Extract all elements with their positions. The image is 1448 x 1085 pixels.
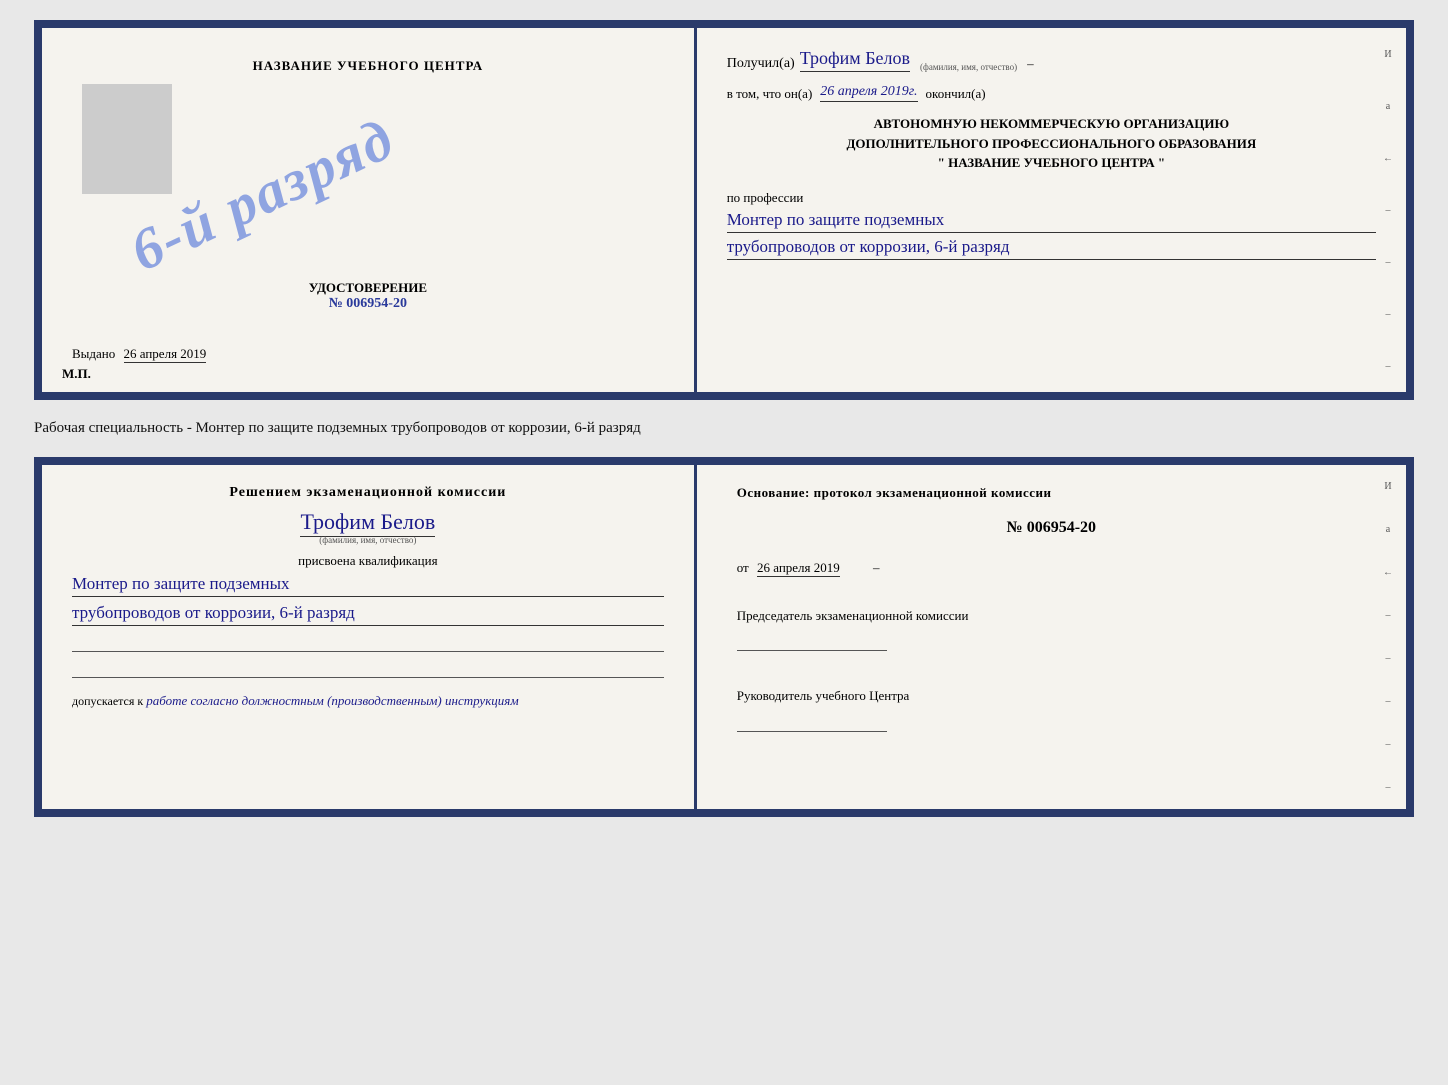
- org-block: АВТОНОМНУЮ НЕКОММЕРЧЕСКУЮ ОРГАНИЗАЦИЮ ДО…: [727, 114, 1376, 173]
- dash-separator: –: [1027, 56, 1034, 72]
- profession-line2-top: трубопроводов от коррозии, 6-й разряд: [727, 237, 1376, 260]
- stamp-area: 6-й разряд: [72, 74, 664, 372]
- right-decoration-bottom: И а ← – – – – –: [1378, 465, 1398, 809]
- dopusk-text: работе согласно должностным (производств…: [146, 693, 518, 708]
- udostoverenie-label: УДОСТОВЕРЕНИЕ: [309, 280, 427, 296]
- vtom-prefix: в том, что он(а): [727, 86, 813, 102]
- cert-bottom-right: Основание: протокол экзаменационной коми…: [697, 465, 1406, 809]
- vydano-date: 26 апреля 2019: [124, 346, 207, 363]
- name-block-bottom: Трофим Белов (фамилия, имя, отчество): [72, 509, 664, 545]
- rukovoditel-signature-line: [737, 712, 887, 732]
- rukovoditel-block: Руководитель учебного Центра: [737, 686, 1366, 737]
- blank-line-2: [72, 658, 664, 678]
- rukovoditel-label: Руководитель учебного Центра: [737, 686, 1366, 707]
- document-container: НАЗВАНИЕ УЧЕБНОГО ЦЕНТРА 6-й разряд УДОС…: [34, 20, 1414, 817]
- profession-block: по профессии Монтер по защите подземных …: [727, 190, 1376, 260]
- profession-line1-top: Монтер по защите подземных: [727, 210, 1376, 233]
- okonchil-suffix: окончил(а): [926, 86, 986, 102]
- qualification-line1: Монтер по защите подземных: [72, 574, 664, 597]
- right-decoration-top: И а ← – – – –: [1378, 28, 1398, 392]
- diagonal-stamp: 6-й разряд: [122, 94, 402, 294]
- prisvoena-line: присвоена квалификация: [72, 553, 664, 569]
- protocol-number: № 006954-20: [737, 519, 1366, 537]
- blank-line-1: [72, 632, 664, 652]
- fio-label-top: (фамилия, имя, отчество): [920, 62, 1017, 72]
- poluchil-prefix: Получил(а): [727, 56, 795, 72]
- ot-line: от 26 апреля 2019 –: [737, 560, 1366, 576]
- predsedatel-label: Председатель экзаменационной комиссии: [737, 606, 1366, 627]
- org-line2: ДОПОЛНИТЕЛЬНОГО ПРОФЕССИОНАЛЬНОГО ОБРАЗО…: [727, 134, 1376, 154]
- cert-top-left: НАЗВАНИЕ УЧЕБНОГО ЦЕНТРА 6-й разряд УДОС…: [42, 28, 697, 392]
- cert-top-right: Получил(а) Трофим Белов (фамилия, имя, о…: [697, 28, 1406, 392]
- resheniem-line: Решением экзаменационной комиссии: [72, 485, 664, 501]
- certificate-bottom: Решением экзаменационной комиссии Трофим…: [34, 457, 1414, 817]
- vydano-line: Выдано 26 апреля 2019: [72, 346, 206, 362]
- predsedatel-signature-line: [737, 631, 887, 651]
- middle-text: Рабочая специальность - Монтер по защите…: [34, 412, 1414, 445]
- center-title: НАЗВАНИЕ УЧЕБНОГО ЦЕНТРА: [253, 58, 484, 74]
- vtom-line: в том, что он(а) 26 апреля 2019г. окончи…: [727, 84, 1376, 102]
- fio-label-bottom: (фамилия, имя, отчество): [72, 535, 664, 545]
- completion-date: 26 апреля 2019г.: [820, 84, 917, 102]
- qualification-line2: трубопроводов от коррозии, 6-й разряд: [72, 603, 664, 626]
- osnovanie-line: Основание: протокол экзаменационной коми…: [737, 485, 1366, 501]
- recipient-name-bottom: Трофим Белов: [300, 509, 435, 537]
- org-line1: АВТОНОМНУЮ НЕКОММЕРЧЕСКУЮ ОРГАНИЗАЦИЮ: [727, 114, 1376, 134]
- po-professii-label: по профессии: [727, 190, 804, 205]
- ot-prefix: от: [737, 560, 749, 575]
- cert-number-block: УДОСТОВЕРЕНИЕ № 006954-20: [309, 280, 427, 312]
- certificate-top: НАЗВАНИЕ УЧЕБНОГО ЦЕНТРА 6-й разряд УДОС…: [34, 20, 1414, 400]
- recipient-name-top: Трофим Белов: [800, 48, 910, 72]
- mp-line: М.П.: [62, 366, 91, 382]
- cert-bottom-left: Решением экзаменационной комиссии Трофим…: [42, 465, 697, 809]
- vydano-label: Выдано: [72, 346, 115, 361]
- protocol-date: 26 апреля 2019: [757, 560, 840, 577]
- dopuskaetsya-prefix: допускается к: [72, 694, 143, 708]
- predsedatel-block: Председатель экзаменационной комиссии: [737, 606, 1366, 657]
- dopuskaetsya-line: допускается к работе согласно должностны…: [72, 693, 664, 709]
- diagonal-stamp-text: 6-й разряд: [120, 104, 404, 284]
- poluchil-line: Получил(а) Трофим Белов (фамилия, имя, о…: [727, 48, 1376, 72]
- cert-number: № 006954-20: [309, 296, 427, 312]
- org-name: " НАЗВАНИЕ УЧЕБНОГО ЦЕНТРА ": [727, 153, 1376, 173]
